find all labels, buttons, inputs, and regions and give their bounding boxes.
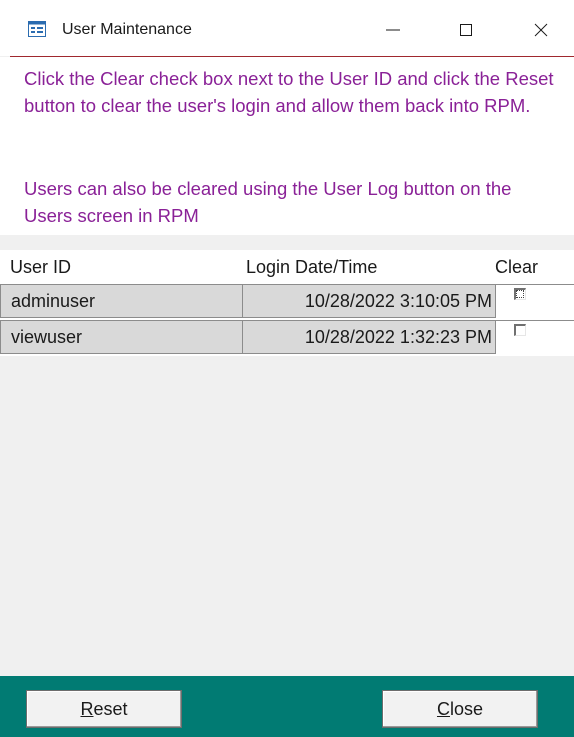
clear-checkbox[interactable] <box>514 288 526 300</box>
form-icon <box>28 21 46 37</box>
reset-accelerator: R <box>80 699 94 719</box>
alternate-instruction-text: Users can also be cleared using the User… <box>24 178 512 226</box>
clear-cell <box>496 320 574 354</box>
column-header-login: Login Date/Time <box>246 257 378 277</box>
user-id-cell[interactable]: viewuser <box>0 320 243 354</box>
clear-checkbox[interactable] <box>514 324 526 336</box>
user-grid: adminuser 10/28/2022 3:10:05 PM viewuser… <box>0 284 574 356</box>
close-label: lose <box>449 699 484 719</box>
instructions-panel: Click the Clear check box next to the Us… <box>0 57 574 235</box>
cell-divider <box>496 284 574 285</box>
table-row: viewuser 10/28/2022 1:32:23 PM <box>0 320 574 356</box>
login-time-cell[interactable]: 10/28/2022 1:32:23 PM <box>242 320 496 354</box>
close-icon <box>534 23 548 37</box>
cell-divider <box>496 320 574 321</box>
clear-cell <box>496 284 574 318</box>
close-accelerator: C <box>436 699 450 719</box>
footer-bar: Reset Close <box>0 676 574 737</box>
user-id-cell[interactable]: adminuser <box>0 284 243 318</box>
title-bar: User Maintenance <box>0 0 574 56</box>
reset-button[interactable]: Reset <box>26 690 182 728</box>
reset-label: eset <box>93 699 128 719</box>
instruction-text: Click the Clear check box next to the Us… <box>24 68 554 116</box>
table-row: adminuser 10/28/2022 3:10:05 PM <box>0 284 574 320</box>
minimize-icon <box>386 29 400 31</box>
maximize-button[interactable] <box>443 10 489 50</box>
close-window-button[interactable] <box>518 10 564 50</box>
login-time-cell[interactable]: 10/28/2022 3:10:05 PM <box>242 284 496 318</box>
column-header-clear: Clear <box>495 257 539 277</box>
column-header-user-id: User ID <box>10 257 72 277</box>
maximize-icon <box>460 24 472 36</box>
grid-header: User ID Login Date/Time Clear <box>0 250 574 286</box>
minimize-button[interactable] <box>370 10 416 50</box>
close-button[interactable]: Close <box>382 690 538 728</box>
user-maintenance-window: User Maintenance Click the Clear check b… <box>0 0 574 737</box>
window-title: User Maintenance <box>62 21 192 38</box>
